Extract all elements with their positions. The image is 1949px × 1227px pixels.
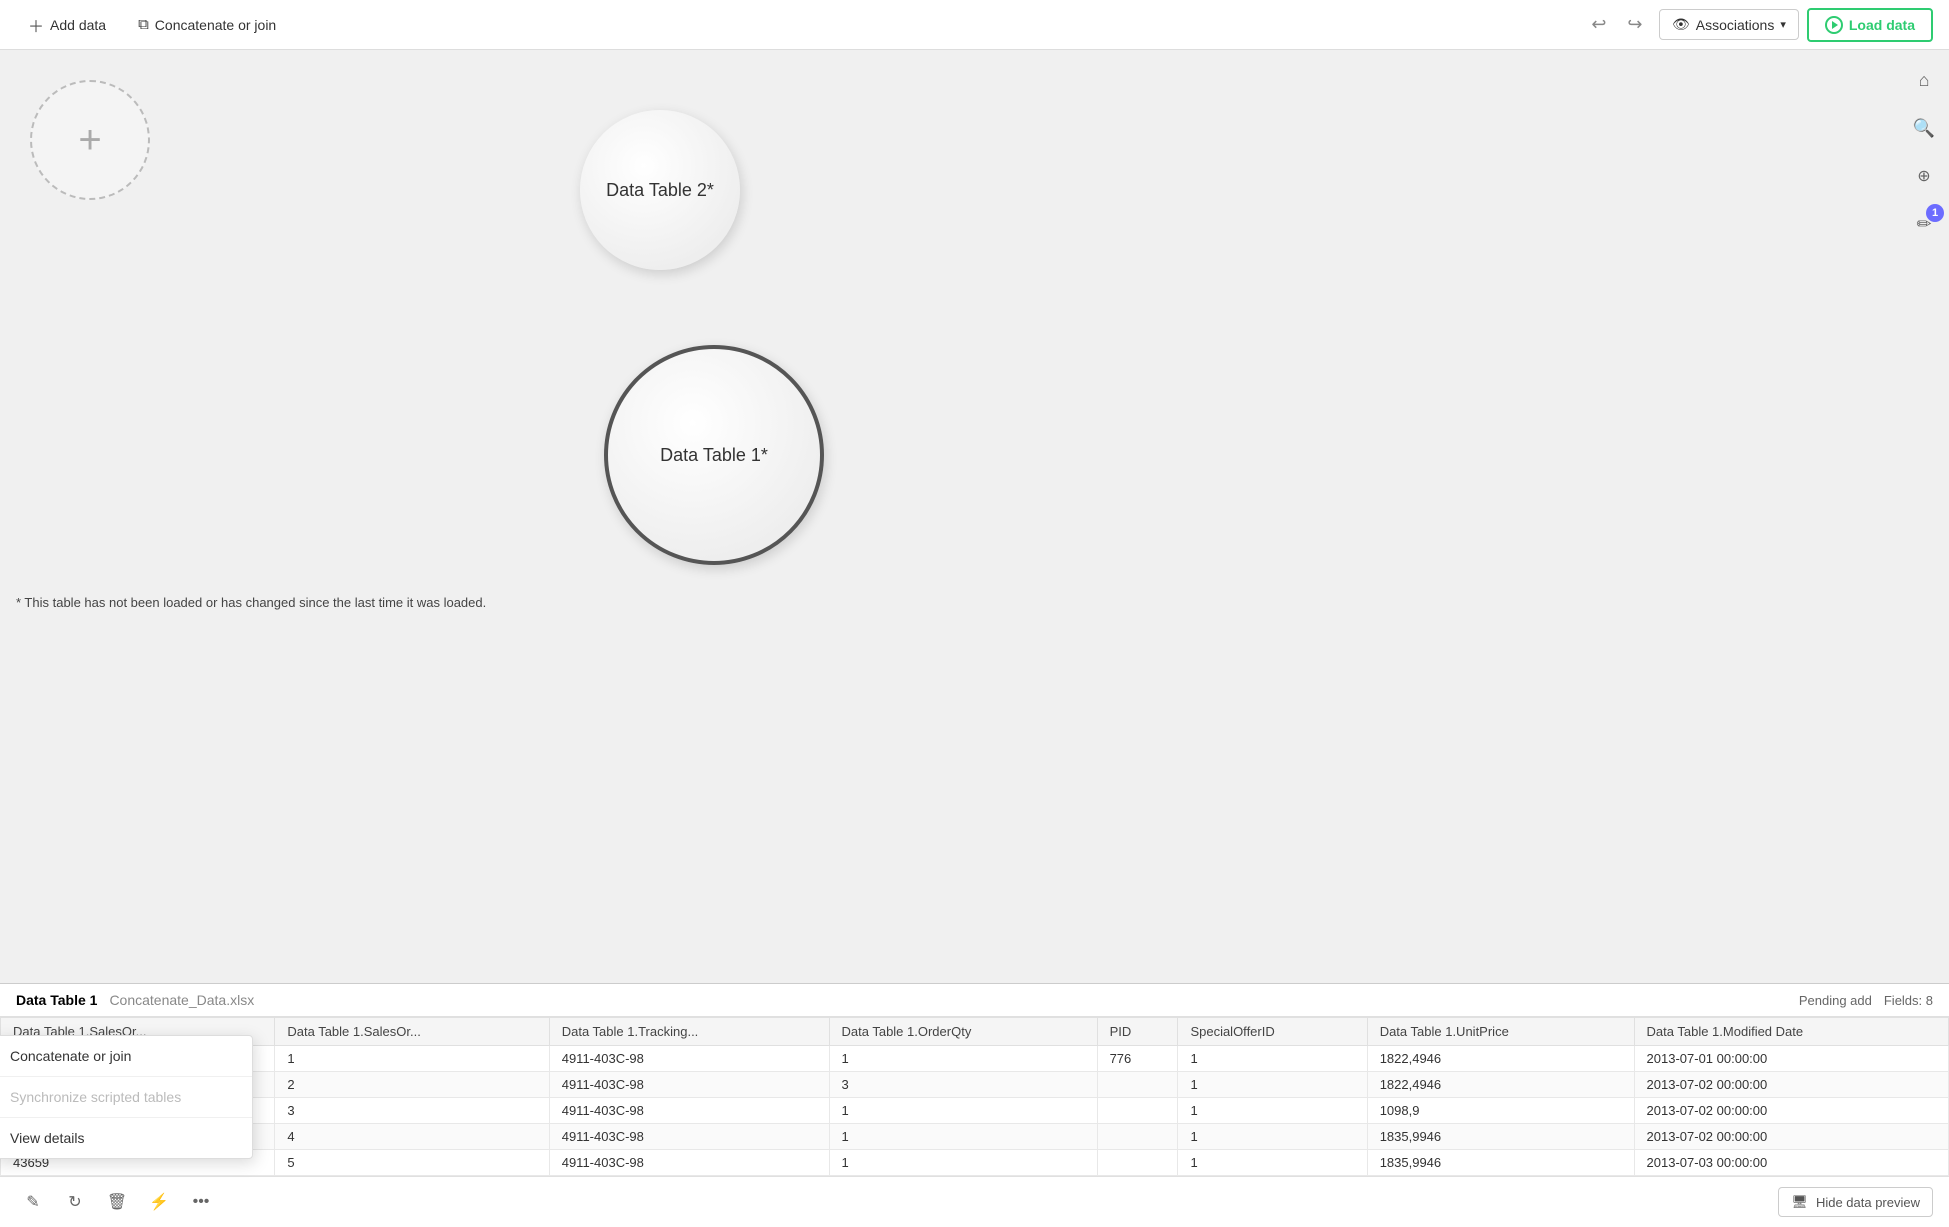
col-header-1: Data Table 1.SalesOr... (275, 1018, 549, 1046)
more-options-container: ••• Concatenate or join Synchronize scri… (184, 1185, 218, 1219)
table-row: 4365934911-403C-98111098,92013-07-02 00:… (1, 1098, 1949, 1124)
add-data-circle[interactable]: + (30, 80, 150, 200)
filter-button[interactable]: ⚡ (142, 1185, 176, 1219)
load-data-label: Load data (1849, 17, 1915, 33)
col-header-6: Data Table 1.UnitPrice (1367, 1018, 1634, 1046)
context-synchronize: Synchronize scripted tables (0, 1077, 252, 1118)
refresh-button[interactable]: ↻ (58, 1185, 92, 1219)
data-table-2-label: Data Table 2* (606, 180, 714, 201)
associations-button[interactable]: 👁 Associations ▾ (1659, 9, 1799, 40)
table-name-label: Data Table 1 (16, 992, 97, 1008)
play-icon (1825, 16, 1843, 34)
toolbar-left: ＋ Add data ⧉ Concatenate or join (16, 7, 288, 43)
associations-label: Associations (1696, 17, 1775, 33)
plus-icon: ＋ (28, 13, 44, 37)
annotation-button[interactable]: ✏ 1 (1906, 206, 1942, 242)
monitor-icon: 🖥 (1791, 1194, 1808, 1210)
eye-icon: 👁 (1672, 16, 1690, 33)
more-options-button[interactable]: ••• (184, 1185, 218, 1219)
toolbar-right: ↩ ↪ 👁 Associations ▾ Load data (1583, 8, 1933, 42)
concatenate-icon: ⧉ (138, 16, 149, 33)
canvas: + Data Table 2* Data Table 1* * This tab… (0, 50, 1949, 630)
data-table-1-label: Data Table 1* (660, 445, 768, 466)
load-data-button[interactable]: Load data (1807, 8, 1933, 42)
chevron-down-icon: ▾ (1780, 18, 1786, 31)
add-circle-icon: + (78, 118, 101, 163)
add-data-label: Add data (50, 17, 106, 33)
bottom-action-bar: ✎ ↻ 🗑 ⚡ ••• Concatenate or join Synchron… (0, 1176, 1949, 1227)
col-header-4: PID (1097, 1018, 1178, 1046)
pending-status: Pending add (1799, 993, 1872, 1008)
undo-button[interactable]: ↩ (1583, 9, 1615, 41)
home-button[interactable]: ⌂ (1906, 62, 1942, 98)
table-info-left: Data Table 1 Concatenate_Data.xlsx (16, 992, 254, 1008)
data-table: Data Table 1.SalesOr... Data Table 1.Sal… (0, 1017, 1949, 1176)
zoom-out-button[interactable]: 🔍 (1906, 110, 1942, 146)
file-name-label: Concatenate_Data.xlsx (109, 992, 254, 1008)
data-table-2-node[interactable]: Data Table 2* (580, 110, 740, 270)
delete-button[interactable]: 🗑 (100, 1185, 134, 1219)
context-view-details[interactable]: View details (0, 1118, 252, 1158)
edit-button[interactable]: ✎ (16, 1185, 50, 1219)
concatenate-label: Concatenate or join (155, 17, 276, 33)
right-sidebar: ⌂ 🔍 ⊕ ✏ 1 (1899, 50, 1949, 630)
table-header-bar: Data Table 1 Concatenate_Data.xlsx Pendi… (0, 984, 1949, 1017)
context-menu: Concatenate or join Synchronize scripted… (0, 1035, 253, 1159)
annotation-badge: 1 (1926, 204, 1944, 222)
col-header-3: Data Table 1.OrderQty (829, 1018, 1097, 1046)
action-buttons: ✎ ↻ 🗑 ⚡ ••• Concatenate or join Synchron… (16, 1185, 218, 1219)
hide-preview-label: Hide data preview (1816, 1195, 1920, 1210)
concatenate-button[interactable]: ⧉ Concatenate or join (126, 10, 288, 39)
col-header-2: Data Table 1.Tracking... (549, 1018, 829, 1046)
undo-redo-group: ↩ ↪ (1583, 9, 1651, 41)
context-concatenate[interactable]: Concatenate or join (0, 1036, 252, 1077)
note-text: * This table has not been loaded or has … (16, 595, 486, 610)
fields-count: Fields: 8 (1884, 993, 1933, 1008)
table-row: 4365924911-403C-98311822,49462013-07-02 … (1, 1072, 1949, 1098)
zoom-in-button[interactable]: ⊕ (1906, 158, 1942, 194)
hide-preview-button[interactable]: 🖥 Hide data preview (1778, 1187, 1933, 1217)
data-table-1-node[interactable]: Data Table 1* (604, 345, 824, 565)
table-header-row: Data Table 1.SalesOr... Data Table 1.Sal… (1, 1018, 1949, 1046)
data-table-wrap: Data Table 1.SalesOr... Data Table 1.Sal… (0, 1017, 1949, 1176)
add-data-button[interactable]: ＋ Add data (16, 7, 118, 43)
table-row: 4365914911-403C-98177611822,49462013-07-… (1, 1046, 1949, 1072)
table-row: 4365954911-403C-98111835,99462013-07-03 … (1, 1150, 1949, 1176)
table-info-right: Pending add Fields: 8 (1799, 993, 1933, 1008)
redo-button[interactable]: ↪ (1619, 9, 1651, 41)
col-header-7: Data Table 1.Modified Date (1634, 1018, 1948, 1046)
table-row: 4365944911-403C-98111835,99462013-07-02 … (1, 1124, 1949, 1150)
toolbar: ＋ Add data ⧉ Concatenate or join ↩ ↪ 👁 A… (0, 0, 1949, 50)
col-header-5: SpecialOfferID (1178, 1018, 1367, 1046)
bottom-panel: Data Table 1 Concatenate_Data.xlsx Pendi… (0, 983, 1949, 1227)
